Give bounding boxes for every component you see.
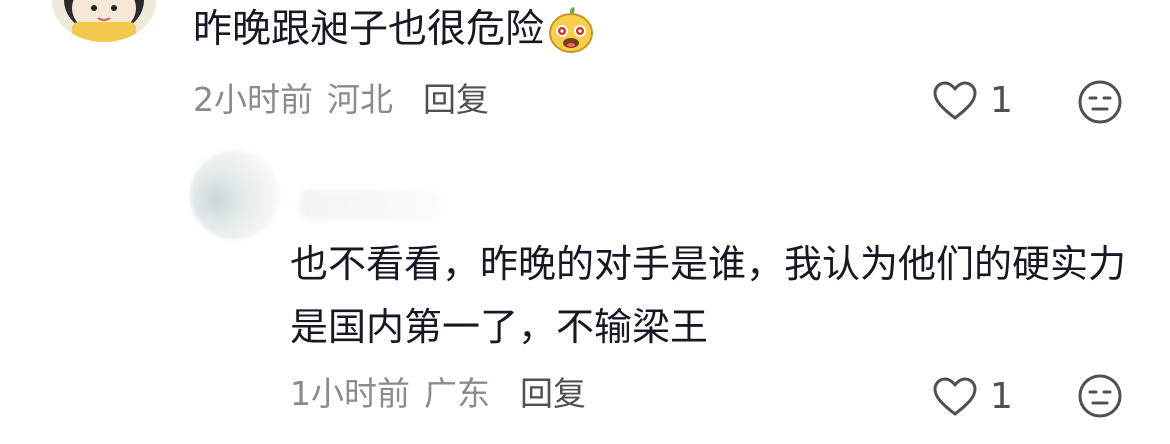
heart-icon [933,377,977,416]
like-button[interactable]: 1 [932,80,1013,122]
dislike-face-icon[interactable] [1076,372,1124,420]
commenter-avatar[interactable] [52,0,156,42]
comment-location: 广东 [424,374,490,413]
avatar-illustration [52,0,156,42]
comment-time: 1小时前 [290,374,410,413]
like-count: 1 [990,80,1013,121]
heart-icon [933,81,977,120]
dislike-face-icon[interactable] [1076,78,1124,126]
bean-emoji-icon [549,7,594,53]
comment-body: 昨晚跟昶子也很危险 [193,7,545,52]
comment-time: 2小时前 [193,80,313,119]
reply-button[interactable]: 回复 [423,80,489,119]
comment-text: 也不看看，昨晚的对手是谁，我认为他们的硬实力是国内第一了，不输梁王 [290,242,1127,349]
comment-location: 河北 [327,80,393,119]
comment-meta: 2小时前 河北 回复 [193,80,489,120]
comment-meta: 1小时前 广东 回复 [290,374,586,414]
reply-button[interactable]: 回复 [520,374,586,413]
like-button[interactable]: 1 [932,376,1013,418]
commenter-avatar-blurred[interactable] [190,150,280,240]
comment-text: 昨晚跟昶子也很危险 [193,2,596,58]
like-count: 1 [990,376,1013,417]
commenter-name-blurred [300,190,440,220]
